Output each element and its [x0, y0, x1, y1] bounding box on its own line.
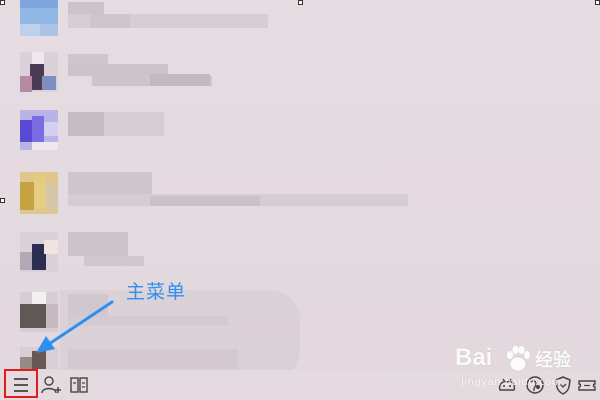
- add-user-icon: [40, 374, 62, 396]
- contact-avatar: [20, 0, 58, 38]
- ticket-icon: [576, 374, 598, 396]
- app-window: 主菜单 Bai 经验 jingyan.baidu.com: [0, 0, 600, 400]
- globe-icon: [524, 374, 546, 396]
- contact-row[interactable]: [0, 110, 600, 170]
- contact-name: [68, 2, 104, 14]
- blurred-bubble: [60, 290, 300, 380]
- main-menu-button[interactable]: [8, 372, 34, 398]
- contact-avatar: [20, 52, 58, 92]
- contact-name: [68, 172, 152, 196]
- selection-handle: [298, 0, 303, 5]
- ticket-button[interactable]: [574, 372, 600, 398]
- contact-avatar: [20, 110, 58, 150]
- pet-button[interactable]: [494, 372, 520, 398]
- add-contact-button[interactable]: [38, 372, 64, 398]
- contact-row[interactable]: [0, 230, 600, 290]
- selection-handle: [595, 0, 600, 5]
- contact-status: [104, 112, 164, 136]
- contact-row[interactable]: [0, 50, 600, 110]
- weather-button[interactable]: [522, 372, 548, 398]
- selection-handle: [0, 198, 5, 203]
- contact-row[interactable]: [0, 170, 600, 230]
- selection-handle: [0, 0, 5, 5]
- contact-name: [68, 232, 128, 256]
- contact-status: [150, 74, 210, 86]
- pet-icon: [496, 374, 518, 396]
- menu-icon: [11, 375, 31, 395]
- bottom-toolbar: [0, 370, 600, 400]
- contact-avatar: [20, 292, 58, 332]
- contact-status: [90, 14, 130, 28]
- app-manager-button[interactable]: [66, 372, 92, 398]
- contact-name: [68, 54, 108, 64]
- security-button[interactable]: [550, 372, 576, 398]
- contact-list: [0, 0, 600, 380]
- contact-status: [84, 256, 144, 266]
- contact-status: [150, 196, 260, 206]
- contact-avatar: [20, 172, 58, 214]
- shield-icon: [552, 374, 574, 396]
- apps-icon: [68, 374, 90, 396]
- annotation-label: 主菜单: [126, 281, 187, 303]
- contact-avatar: [20, 232, 58, 272]
- contact-name: [68, 112, 104, 136]
